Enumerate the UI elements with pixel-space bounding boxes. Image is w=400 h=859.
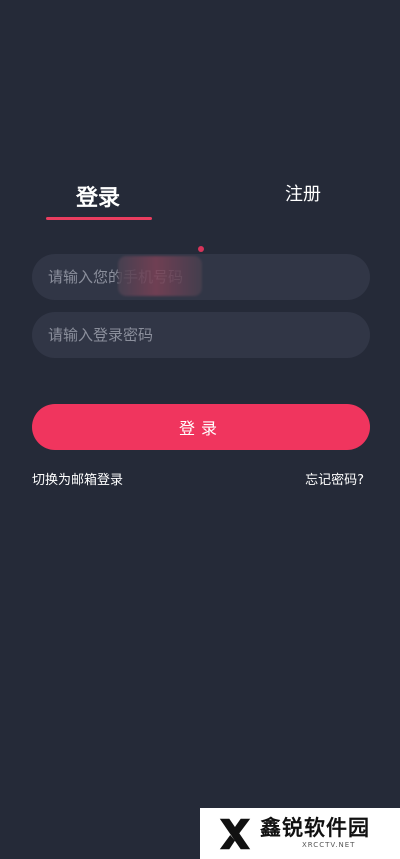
watermark-name: 鑫锐软件园 [260,816,370,840]
xr-logo-icon [219,818,251,849]
switch-to-email-login-link[interactable]: 切换为邮箱登录 [32,469,123,488]
watermark-domain: XRCCTV.NET [302,841,356,849]
forgot-password-link[interactable]: 忘记密码? [305,469,364,488]
active-tab-indicator [46,217,152,220]
password-field-container [32,312,370,358]
tab-register[interactable]: 注册 [285,180,321,206]
login-button[interactable]: 登录 [32,404,370,450]
redaction-mark [118,256,202,296]
auth-tabs: 登录 注册 [0,170,400,230]
watermark: 鑫锐软件园 XRCCTV.NET [200,808,400,859]
redaction-dot [198,246,204,252]
watermark-text: 鑫锐软件园 XRCCTV.NET [260,818,370,849]
password-input[interactable] [32,312,370,358]
tab-login[interactable]: 登录 [76,180,120,212]
